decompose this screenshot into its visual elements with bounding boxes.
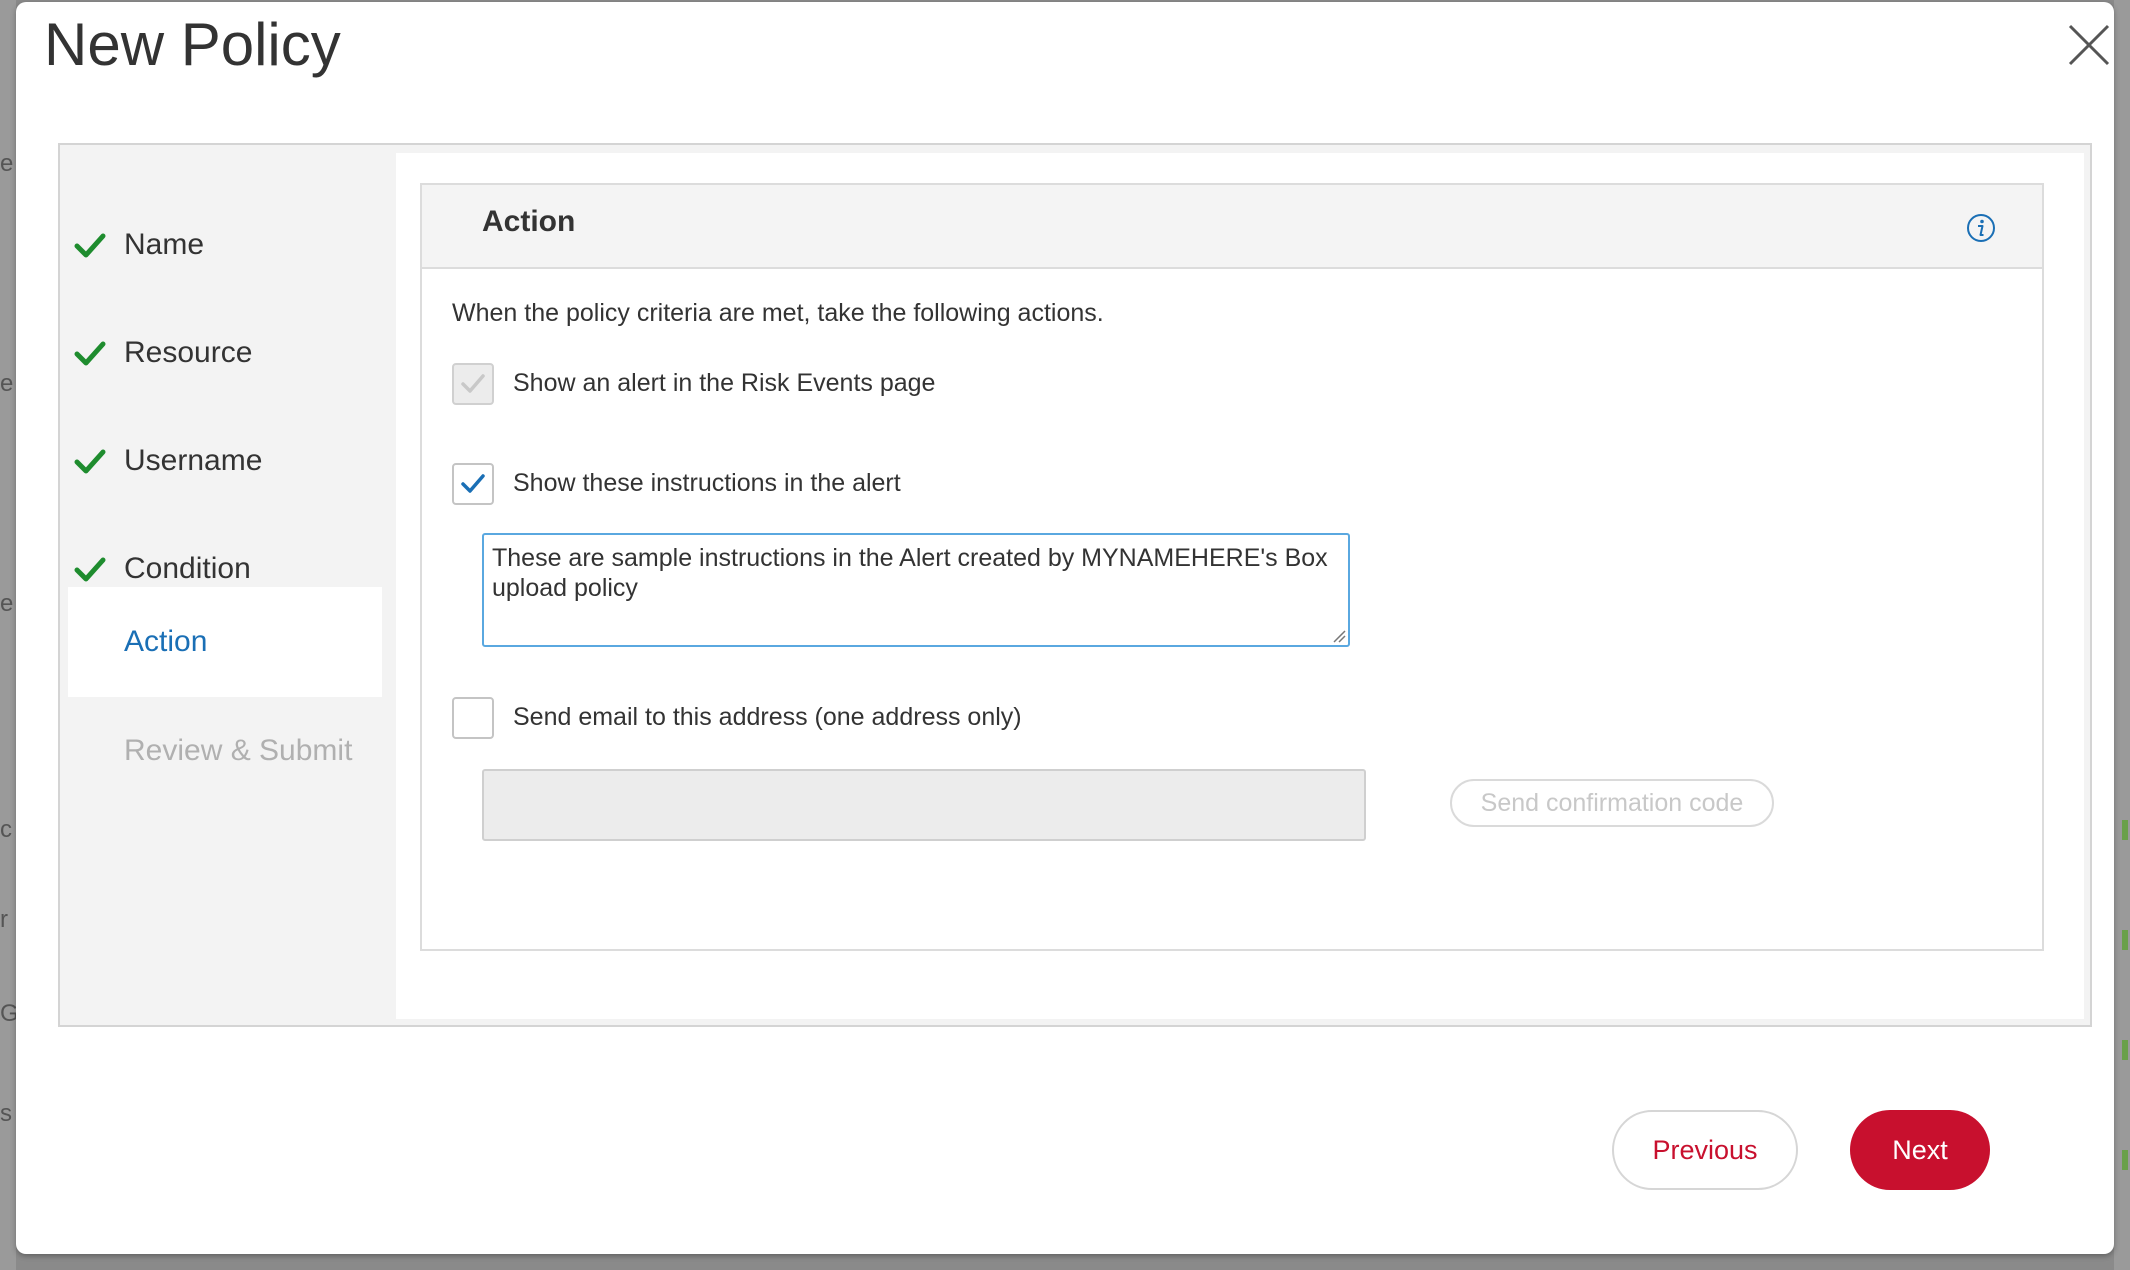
send-confirmation-code-button[interactable]: Send confirmation code xyxy=(1450,779,1774,827)
step-label: Username xyxy=(124,444,263,477)
step-resource[interactable]: Resource xyxy=(68,299,382,407)
step-label: Action xyxy=(124,625,208,658)
alert-instructions-textarea[interactable]: These are sample instructions in the Ale… xyxy=(482,533,1350,647)
step-action[interactable]: Action xyxy=(68,587,382,697)
action-panel: Action When the policy criteria are met,… xyxy=(420,183,2044,951)
next-button[interactable]: Next xyxy=(1850,1110,1990,1190)
show-instructions-checkbox[interactable] xyxy=(452,463,494,505)
wizard-steps: Name Resource Username Condition Action … xyxy=(60,145,384,1025)
step-label: Name xyxy=(124,228,205,261)
show-instructions-label: Show these instructions in the alert xyxy=(513,469,901,497)
close-button[interactable] xyxy=(2064,20,2114,70)
background-page-right-edge xyxy=(2114,0,2130,1270)
step-label: Review & Submit xyxy=(124,734,353,767)
action-intro-text: When the policy criteria are met, take t… xyxy=(452,299,1104,327)
send-email-label: Send email to this address (one address … xyxy=(513,703,1022,731)
step-review-submit: Review & Submit xyxy=(68,697,382,805)
background-page-left-edge: e e e c r G s xyxy=(0,0,19,1270)
checkmark-icon xyxy=(74,229,106,261)
checkmark-icon xyxy=(461,474,485,493)
show-alert-checkbox xyxy=(452,363,494,405)
panel-title: Action xyxy=(482,205,576,238)
checkmark-icon xyxy=(74,553,106,585)
step-username[interactable]: Username xyxy=(68,407,382,515)
info-icon[interactable] xyxy=(1966,213,1996,243)
previous-button[interactable]: Previous xyxy=(1612,1110,1798,1190)
new-policy-modal: New Policy Name Resource Username Condit… xyxy=(16,2,2114,1254)
step-content: Action When the policy criteria are met,… xyxy=(396,153,2084,1019)
email-address-input[interactable] xyxy=(482,769,1366,841)
close-icon xyxy=(2068,24,2110,66)
checkmark-icon xyxy=(74,337,106,369)
checkmark-icon xyxy=(461,374,485,393)
panel-header: Action xyxy=(422,185,2042,269)
step-name[interactable]: Name xyxy=(68,191,382,299)
step-label: Condition xyxy=(124,552,251,585)
modal-title: New Policy xyxy=(44,11,341,78)
policy-wizard: Name Resource Username Condition Action … xyxy=(58,143,2092,1027)
show-alert-label: Show an alert in the Risk Events page xyxy=(513,369,936,397)
step-label: Resource xyxy=(124,336,253,369)
checkmark-icon xyxy=(74,445,106,477)
send-email-checkbox[interactable] xyxy=(452,697,494,739)
